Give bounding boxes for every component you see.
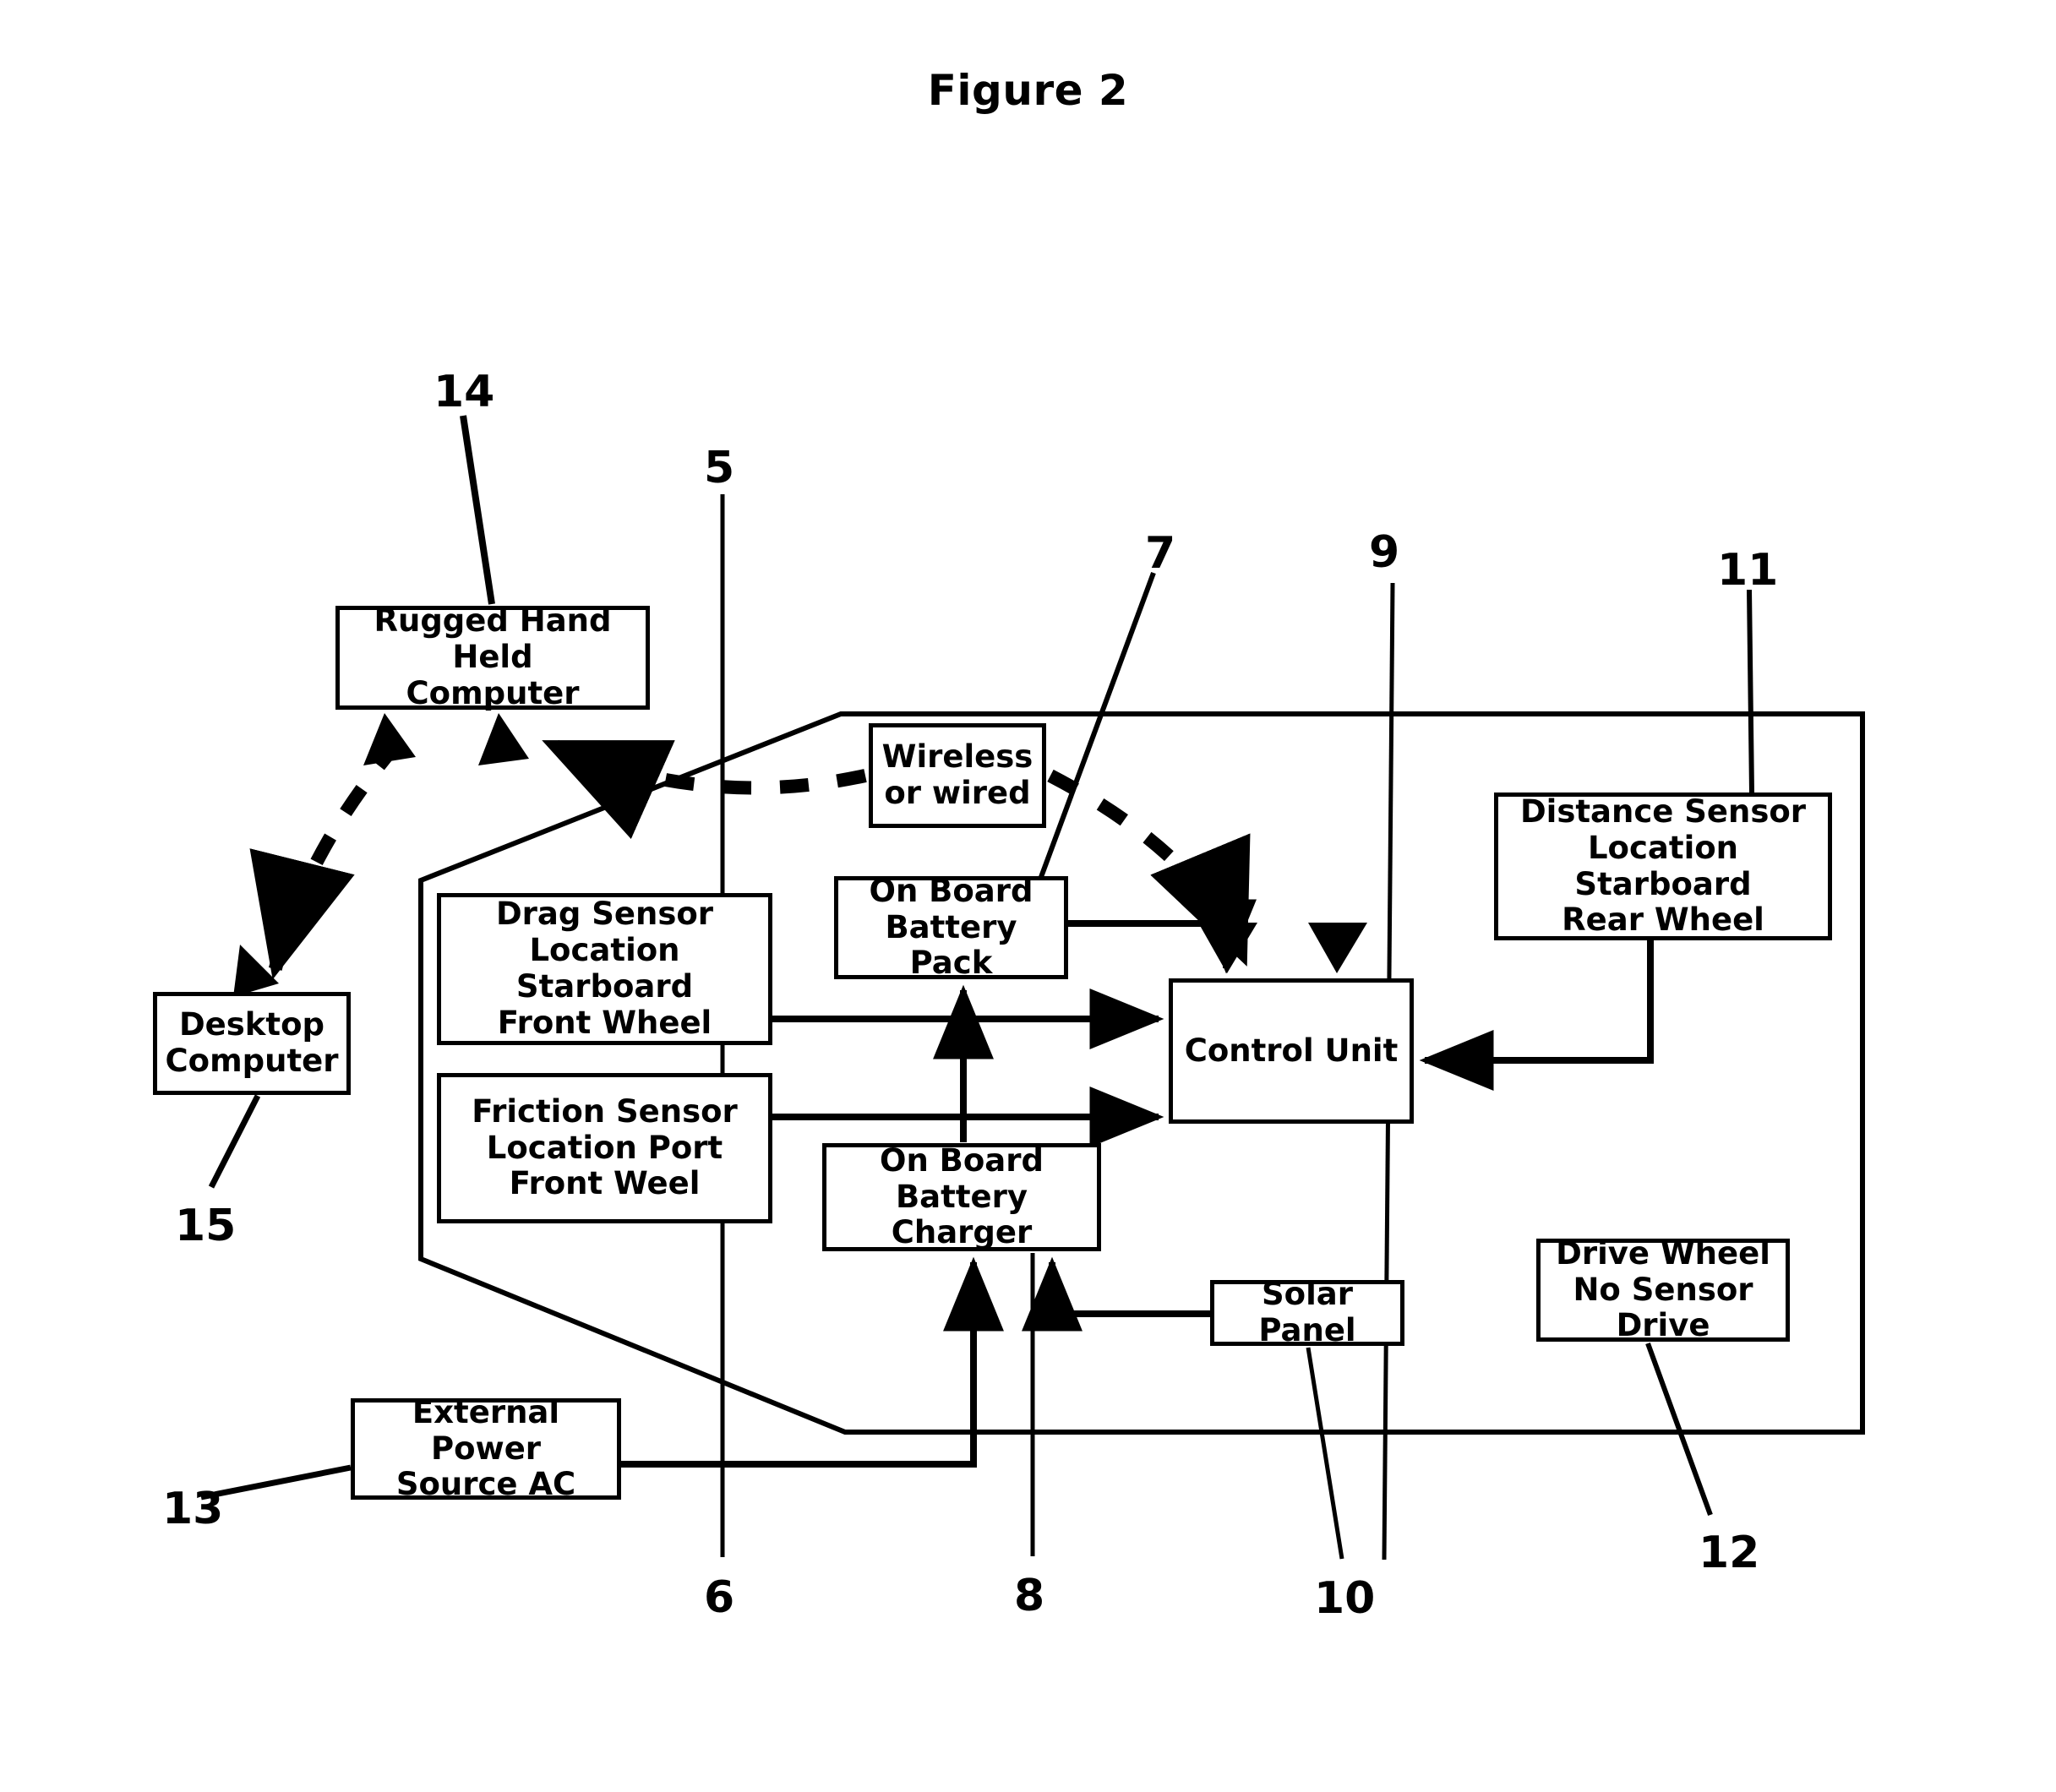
node-desktop: Desktop Computer bbox=[153, 992, 351, 1095]
node-label-rugged: Rugged Hand Held Computer bbox=[374, 602, 612, 711]
reference-numeral-14: 14 bbox=[434, 367, 495, 417]
node-label-friction_sensor: Friction Sensor Location Port Front Weel bbox=[472, 1092, 738, 1202]
link-handheld-to-desktop bbox=[249, 738, 403, 980]
reference-numeral-8: 8 bbox=[1014, 1571, 1045, 1621]
node-drag_sensor: Drag Sensor Location Starboard Front Whe… bbox=[437, 893, 772, 1045]
node-label-distance_sensor: Distance Sensor Location Starboard Rear … bbox=[1519, 793, 1807, 939]
node-solar_panel: Solar Panel bbox=[1210, 1276, 1404, 1348]
node-label-battery_charger: On Board Battery Charger bbox=[880, 1141, 1044, 1251]
node-label-battery_pack: On Board Battery Pack bbox=[869, 872, 1033, 982]
reference-numeral-9: 9 bbox=[1369, 527, 1400, 578]
node-label-control_unit: Control Unit bbox=[1184, 1032, 1399, 1069]
node-drive_wheel: Drive Wheel No Sensor Drive bbox=[1536, 1234, 1790, 1344]
reference-numeral-12: 12 bbox=[1699, 1528, 1760, 1578]
node-battery_charger: On Board Battery Charger bbox=[822, 1141, 1101, 1251]
node-external_power: External Power Source AC bbox=[351, 1394, 621, 1502]
reference-numeral-15: 15 bbox=[175, 1201, 237, 1251]
node-wireless: Wireless or wired bbox=[869, 723, 1046, 828]
node-label-external_power: External Power Source AC bbox=[395, 1393, 576, 1503]
node-label-solar_panel: Solar Panel bbox=[1258, 1276, 1356, 1348]
node-label-wireless: Wireless or wired bbox=[881, 738, 1033, 811]
node-label-drive_wheel: Drive Wheel No Sensor Drive bbox=[1556, 1234, 1770, 1344]
node-friction_sensor: Friction Sensor Location Port Front Weel bbox=[437, 1073, 772, 1223]
reference-numeral-7: 7 bbox=[1145, 528, 1176, 579]
connection-solar-to-charger bbox=[1022, 1256, 1210, 1332]
reference-numeral-5: 5 bbox=[704, 443, 735, 493]
arrowheads bbox=[233, 713, 1367, 997]
node-rugged: Rugged Hand Held Computer bbox=[335, 602, 650, 711]
connection-pack-to-control bbox=[1068, 899, 1257, 974]
connection-distance-to-control bbox=[1419, 940, 1654, 1091]
node-label-desktop: Desktop Computer bbox=[165, 1006, 339, 1079]
reference-numeral-13: 13 bbox=[162, 1484, 224, 1534]
connection-lines bbox=[621, 899, 1654, 1468]
node-distance_sensor: Distance Sensor Location Starboard Rear … bbox=[1494, 793, 1832, 940]
reference-numeral-10: 10 bbox=[1314, 1573, 1376, 1624]
node-label-drag_sensor: Drag Sensor Location Starboard Front Whe… bbox=[495, 896, 714, 1041]
reference-numeral-11: 11 bbox=[1717, 545, 1779, 596]
node-battery_pack: On Board Battery Pack bbox=[834, 873, 1068, 981]
node-control_unit: Control Unit bbox=[1169, 978, 1414, 1124]
reference-numeral-6: 6 bbox=[704, 1572, 735, 1623]
